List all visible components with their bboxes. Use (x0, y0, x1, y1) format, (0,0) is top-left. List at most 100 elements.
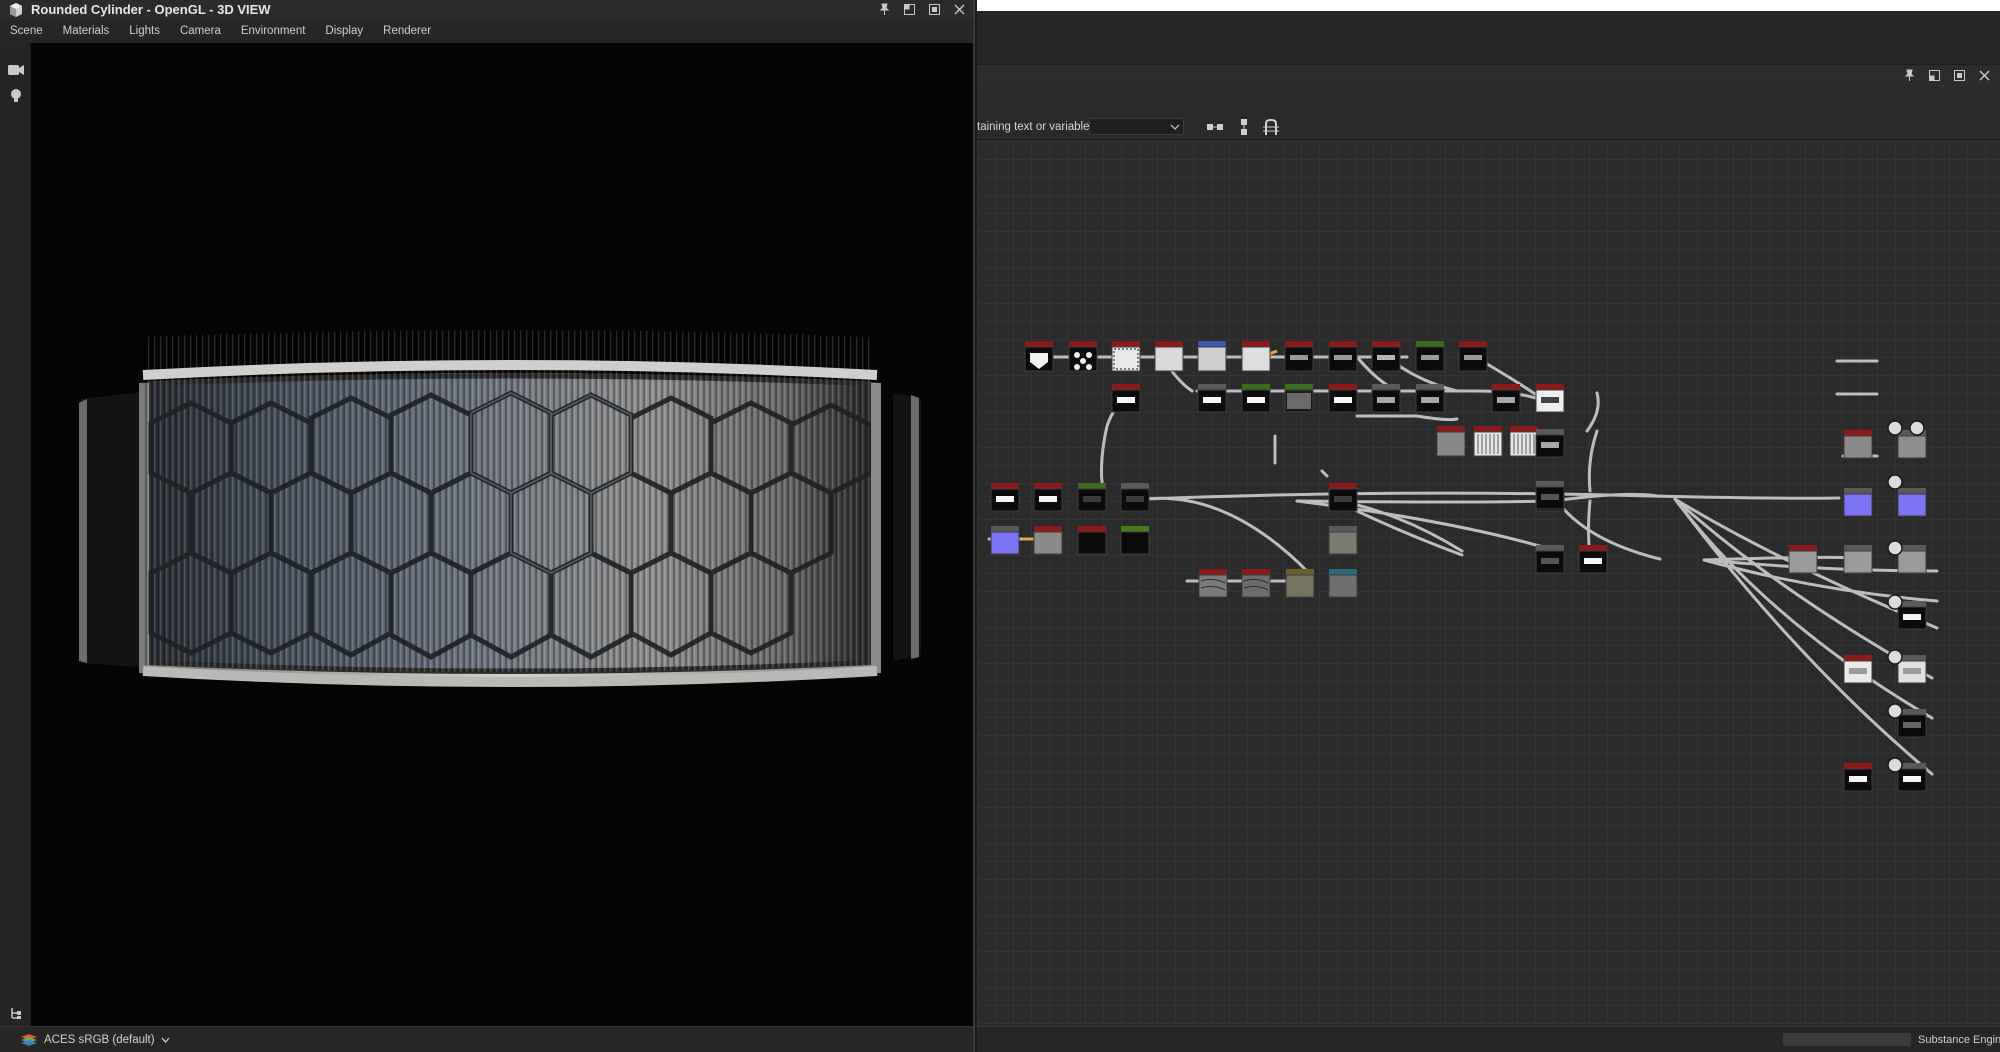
3d-view-statusbar: ACES sRGB (default) (0, 1026, 973, 1052)
graph-node (1415, 341, 1445, 372)
pin-icon[interactable] (1902, 68, 1917, 83)
graph-node (1154, 341, 1184, 372)
menu-camera[interactable]: Camera (180, 25, 221, 37)
graph-statusbar: Substance Engin (977, 1026, 2000, 1052)
graph-node (1077, 483, 1107, 512)
graph-node (1509, 426, 1539, 457)
graph-node (1241, 341, 1271, 372)
align-vertical-icon[interactable] (1234, 117, 1254, 137)
graph-node (1535, 429, 1565, 458)
graph-node (1578, 545, 1608, 574)
node-graph (987, 341, 1939, 792)
graph-editor-window: taining text or variable Substance Engin (977, 0, 2000, 1052)
graph-toolbar: taining text or variable (977, 87, 2000, 140)
graph-node (1120, 483, 1150, 512)
graph-node (1843, 655, 1873, 684)
graph-node (1033, 483, 1063, 512)
graph-wire (1673, 497, 1934, 776)
graph-node (1897, 601, 1927, 630)
maximize-icon[interactable] (1952, 68, 1967, 83)
node-graph-canvas[interactable] (977, 141, 2000, 1026)
output-badge-icon (1887, 594, 1903, 610)
output-badge-icon (1887, 474, 1903, 490)
graph-node (1535, 481, 1565, 510)
graph-node (1111, 341, 1141, 372)
graph-titlebar (977, 65, 2000, 87)
colorspace-value: ACES sRGB (default) (44, 1033, 155, 1046)
float-window-icon[interactable] (902, 2, 917, 17)
output-badge-icon (1909, 420, 1925, 436)
output-badge-icon (1887, 540, 1903, 556)
graph-tab-area (977, 11, 2000, 65)
graph-node (1120, 526, 1150, 555)
engine-progress-bar (1783, 1033, 1911, 1046)
menu-environment[interactable]: Environment (241, 25, 306, 37)
graph-node (1843, 488, 1873, 517)
graph-wire (1355, 414, 1459, 422)
viewport-toolbar (0, 43, 31, 1026)
graph-node (1371, 341, 1401, 372)
graph-node (1197, 341, 1227, 372)
graph-node (1068, 341, 1098, 372)
cube-app-icon (10, 2, 22, 17)
graph-wire (1585, 391, 1600, 433)
camera-icon[interactable] (0, 57, 31, 83)
menu-display[interactable]: Display (325, 25, 363, 37)
pin-icon[interactable] (877, 2, 892, 17)
align-horizontal-icon[interactable] (1205, 117, 1225, 137)
graph-node (1436, 426, 1466, 457)
graph-node (1535, 384, 1565, 413)
graph-node (1328, 569, 1358, 598)
graph-node (1473, 426, 1503, 457)
3d-view-menubar: Scene Materials Lights Camera Environmen… (0, 19, 973, 43)
graph-node (1371, 384, 1401, 413)
search-filter-label: taining text or variable (977, 121, 1090, 133)
graph-node (1284, 341, 1314, 372)
maximize-icon[interactable] (927, 2, 942, 17)
search-filter-combo[interactable] (1089, 118, 1184, 135)
menu-renderer[interactable]: Renderer (383, 25, 431, 37)
graph-node (1843, 545, 1873, 574)
3d-view-window: Rounded Cylinder - OpenGL - 3D VIEW Scen… (0, 0, 975, 1052)
graph-node (990, 483, 1020, 512)
output-badge-icon (1887, 757, 1903, 773)
graph-node (1197, 384, 1227, 413)
3d-viewport[interactable] (31, 43, 973, 1026)
graph-node (1788, 545, 1818, 574)
chevron-down-icon (161, 1037, 170, 1043)
graph-node (1843, 763, 1873, 792)
output-badge-icon (1887, 703, 1903, 719)
graph-node (1328, 384, 1358, 413)
menu-scene[interactable]: Scene (10, 25, 43, 37)
snap-to-grid-icon[interactable] (1261, 117, 1281, 137)
float-window-icon[interactable] (1927, 68, 1942, 83)
rounded-cylinder-render (79, 330, 921, 687)
graph-wire (1143, 491, 1841, 501)
menu-lights[interactable]: Lights (129, 25, 160, 37)
graph-wire (1555, 499, 1662, 561)
scene-tree-icon[interactable] (0, 1002, 31, 1024)
output-badge-icon (1887, 649, 1903, 665)
light-bulb-icon[interactable] (0, 83, 31, 109)
graph-node (1535, 545, 1565, 574)
menu-materials[interactable]: Materials (63, 25, 110, 37)
colorspace-selector[interactable]: ACES sRGB (default) (20, 1033, 170, 1047)
graph-node (1897, 488, 1927, 517)
output-badge-icon (1887, 420, 1903, 436)
graph-node (1284, 384, 1314, 413)
graph-wire (1143, 496, 1309, 573)
graph-node (1285, 569, 1315, 598)
close-icon[interactable] (1977, 68, 1992, 83)
graph-node (1491, 384, 1521, 413)
close-icon[interactable] (952, 2, 967, 17)
graph-node (1241, 569, 1271, 598)
window-top-strip (977, 0, 2000, 11)
graph-node (1897, 430, 1927, 459)
graph-node (1458, 341, 1488, 372)
graph-wire (1587, 429, 1599, 493)
graph-node (1328, 341, 1358, 372)
graph-node (1198, 569, 1228, 598)
graph-node (1241, 384, 1271, 413)
graph-node (1111, 384, 1141, 413)
graph-node (990, 526, 1020, 555)
